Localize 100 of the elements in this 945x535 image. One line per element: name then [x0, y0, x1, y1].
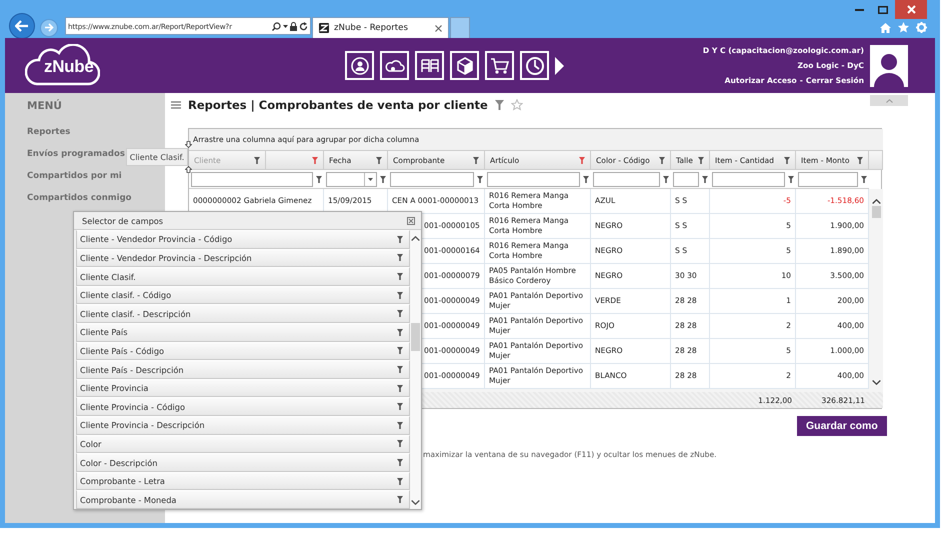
field-item[interactable]: Comprobante - Letra [76, 472, 410, 490]
filter-icon[interactable] [659, 156, 665, 164]
filter-icon[interactable] [663, 176, 669, 182]
filter-icon[interactable] [861, 176, 867, 182]
field-label: Cliente País - Descripción [80, 364, 184, 375]
arrow-left-icon [15, 20, 29, 32]
save-as-button[interactable]: Guardar como [797, 416, 887, 436]
filter-icon[interactable] [397, 328, 403, 336]
filter-icon[interactable] [702, 176, 708, 182]
filter-icon[interactable] [494, 100, 504, 110]
filter-icon[interactable] [583, 176, 589, 182]
star-icon[interactable] [898, 22, 909, 33]
filter-icon[interactable] [473, 156, 479, 164]
filter-icon[interactable] [579, 156, 585, 164]
field-item[interactable]: Cliente clasif. - Código [76, 286, 410, 304]
chevron-up-icon[interactable] [872, 199, 880, 204]
filter-icon[interactable] [380, 176, 386, 182]
filter-icon[interactable] [477, 176, 483, 182]
refresh-icon[interactable] [299, 22, 308, 30]
filter-icon[interactable] [397, 496, 403, 504]
filter-field[interactable] [593, 172, 660, 186]
field-label: Cliente País [80, 327, 128, 338]
field-item[interactable]: Cliente clasif. - Descripción [76, 304, 410, 324]
search-icon[interactable] [272, 22, 281, 30]
filter-icon[interactable] [698, 156, 704, 164]
forward-button[interactable] [40, 18, 58, 36]
filter-icon[interactable] [254, 156, 260, 164]
field-label: Color [80, 438, 102, 449]
chevron-down-icon[interactable] [410, 500, 420, 505]
filter-icon[interactable] [376, 156, 382, 164]
filter-icon[interactable] [397, 310, 403, 318]
drag-ghost[interactable]: Cliente Clasif. [126, 148, 188, 166]
filter-icon[interactable] [397, 236, 403, 243]
filter-icon[interactable] [397, 459, 403, 466]
menu-icon[interactable] [171, 101, 181, 109]
filter-field[interactable] [798, 172, 858, 186]
filter-icon[interactable] [397, 254, 403, 262]
field-label: Color - Descripción [80, 458, 158, 468]
filter-icon[interactable] [397, 273, 403, 280]
field-item[interactable]: Cliente Provincia - Descripción [76, 416, 410, 435]
back-button[interactable] [9, 13, 35, 39]
field-item[interactable]: Cliente País [76, 323, 410, 342]
field-item[interactable]: Cliente País - Código [76, 342, 410, 360]
arrow-right-icon [44, 23, 54, 32]
tab-title: zNube - Reportes [334, 23, 409, 33]
filter-icon[interactable] [784, 156, 790, 164]
chevron-up-icon[interactable] [410, 236, 420, 242]
filter-icon[interactable] [788, 176, 794, 182]
field-item[interactable]: Cliente Provincia - Código [76, 397, 410, 416]
lock-icon [290, 22, 297, 30]
filter-field[interactable] [487, 172, 580, 186]
triangle-right-icon[interactable] [555, 56, 564, 74]
nav-button[interactable] [380, 51, 409, 80]
field-item[interactable]: Cliente Provincia [76, 378, 410, 398]
caret-icon [368, 178, 373, 180]
person-icon [350, 56, 370, 76]
filter-icon[interactable] [397, 422, 403, 429]
filter-icon[interactable] [316, 176, 322, 182]
filter-icon[interactable] [397, 478, 403, 485]
star-icon[interactable] [510, 99, 523, 111]
close-icon[interactable] [407, 216, 415, 225]
nav-button[interactable] [520, 51, 549, 80]
filter-field[interactable] [191, 172, 313, 186]
filter-icon[interactable] [312, 156, 318, 164]
filter-field[interactable] [390, 172, 474, 186]
field-item[interactable]: Comprobante - Moneda [76, 490, 410, 509]
filter-icon[interactable] [397, 440, 403, 448]
nav-button[interactable] [450, 51, 479, 80]
caret-icon[interactable] [283, 24, 288, 28]
avatar-icon[interactable] [870, 44, 908, 86]
field-label: Cliente País - Código [80, 346, 164, 356]
scrollbar[interactable] [410, 230, 420, 509]
filter-icon[interactable] [857, 156, 863, 164]
field-label: Cliente clasif. - Código [80, 290, 172, 300]
field-item[interactable]: Cliente - Vendedor Provincia - Descripción [76, 248, 410, 268]
field-item[interactable]: Color - Descripción [76, 453, 410, 472]
filter-icon[interactable] [397, 384, 403, 392]
scrollbar[interactable] [869, 189, 883, 389]
field-item[interactable]: Cliente Clasif. [76, 267, 410, 286]
field-label: Cliente clasif. - Descripción [80, 308, 191, 319]
filter-icon[interactable] [397, 347, 403, 354]
scrollbar-thumb[interactable] [872, 206, 880, 218]
filter-icon[interactable] [397, 403, 403, 410]
scrollbar-thumb[interactable] [410, 323, 420, 352]
chevron-down-icon[interactable] [872, 380, 880, 385]
chevron-up-icon [886, 98, 892, 102]
filter-field[interactable] [712, 172, 785, 186]
nav-button[interactable] [485, 51, 514, 80]
field-item[interactable]: Cliente - Vendedor Provincia - Código [76, 230, 410, 249]
filter-icon[interactable] [397, 292, 403, 299]
nav-button[interactable] [345, 51, 374, 80]
browser-tab[interactable]: zNube - Reportes [312, 17, 449, 38]
field-item[interactable]: Cliente País - Descripción [76, 360, 410, 379]
close-icon[interactable] [435, 24, 442, 32]
filter-field[interactable] [673, 172, 699, 186]
field-item[interactable]: Color [76, 434, 410, 454]
filter-icon[interactable] [397, 366, 403, 374]
close-button[interactable] [895, 0, 927, 19]
cart-icon [490, 56, 510, 76]
nav-button[interactable] [415, 51, 444, 80]
